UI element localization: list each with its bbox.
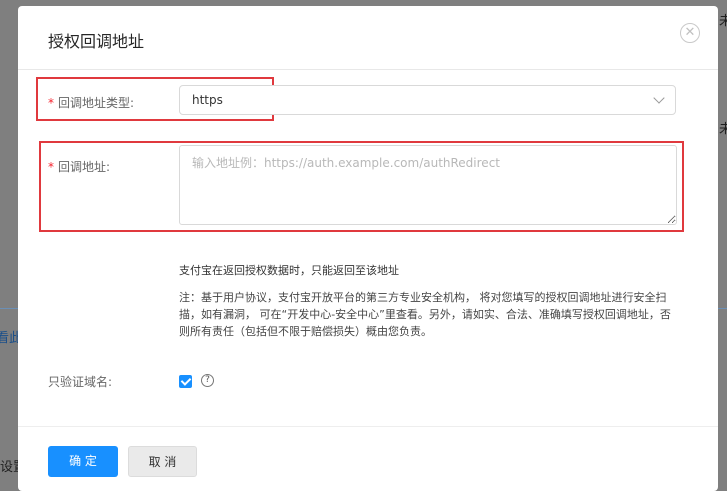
cancel-button[interactable]: 取 消	[128, 446, 197, 477]
modal-title: 授权回调地址	[48, 32, 145, 51]
help-text-primary: 支付宝在返回授权数据时，只能返回至该地址	[179, 264, 399, 277]
callback-url-input[interactable]	[179, 145, 677, 225]
background-text: 未	[719, 14, 727, 29]
callback-type-value: https	[192, 93, 223, 107]
verify-domain-checkbox[interactable]	[179, 375, 192, 388]
callback-type-label: * 回调地址类型:	[48, 96, 135, 110]
confirm-button[interactable]: 确 定	[48, 446, 118, 477]
modal-header: 授权回调地址 ✕	[18, 6, 718, 70]
callback-type-select[interactable]: https	[179, 85, 676, 115]
callback-url-label: * 回调地址:	[48, 160, 111, 174]
verify-domain-label: 只验证域名:	[48, 375, 113, 389]
background-divider	[718, 308, 727, 309]
background-text: 未	[719, 122, 727, 137]
chevron-down-icon	[653, 92, 665, 104]
callback-url-modal: 授权回调地址 ✕ *回调地址类型: https *回调地址: 支付宝在返回授权数…	[18, 6, 718, 491]
footer-divider	[18, 426, 718, 427]
question-circle-icon[interactable]: ?	[201, 374, 214, 387]
close-icon[interactable]: ✕	[680, 23, 700, 43]
help-text-note: 注：基于用户协议，支付宝开放平台的第三方专业安全机构， 将对您填写的授权回调地址…	[179, 291, 671, 338]
background-divider	[0, 308, 18, 309]
